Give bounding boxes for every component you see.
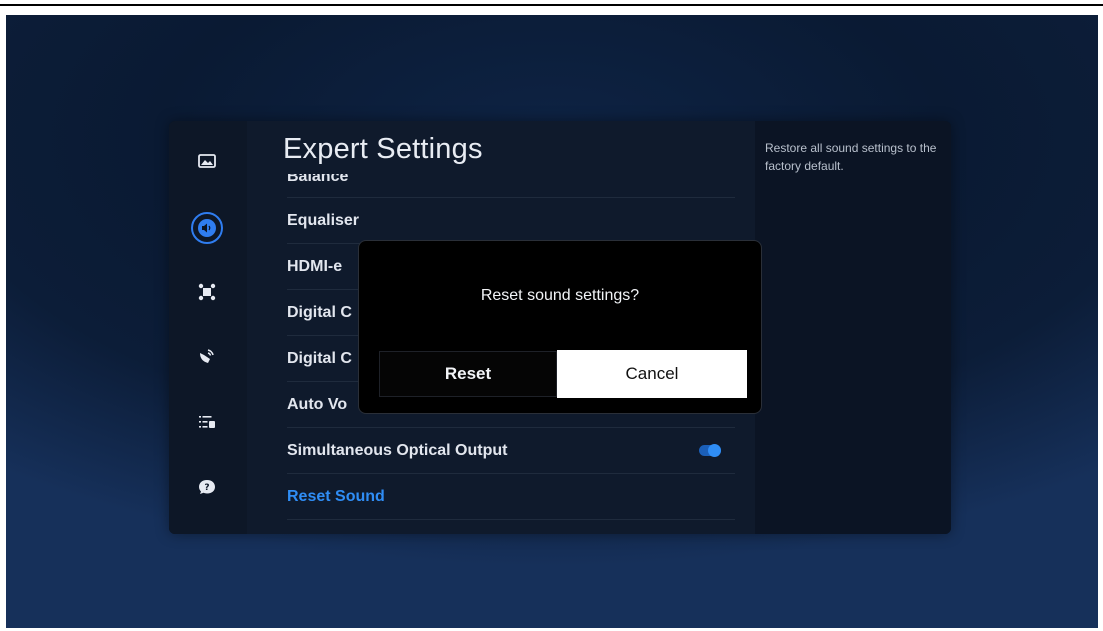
support-icon[interactable]: ?	[192, 472, 222, 502]
general-icon[interactable]	[192, 407, 222, 437]
dialog-message: Reset sound settings?	[480, 287, 640, 304]
menu-item-label: Digital C	[287, 349, 352, 367]
cancel-button[interactable]: Cancel	[557, 350, 747, 398]
broadcast-icon[interactable]	[192, 341, 222, 371]
menu-item-label: Reset Sound	[287, 487, 385, 505]
sound-icon[interactable]	[191, 212, 223, 244]
picture-icon[interactable]	[192, 146, 222, 176]
speaker-icon	[198, 219, 216, 237]
description-pane: Restore all sound settings to the factor…	[755, 121, 951, 534]
menu-item-balance[interactable]: Balance	[287, 174, 735, 198]
menu-item-reset-sound[interactable]: Reset Sound	[287, 474, 735, 520]
svg-text:?: ?	[204, 483, 209, 493]
menu-item-label: Equaliser	[287, 211, 360, 229]
category-sidebar: ?	[169, 121, 247, 534]
reset-confirm-dialog: Reset sound settings? Reset Cancel	[358, 240, 762, 414]
top-border	[0, 0, 1103, 6]
optical-output-toggle[interactable]	[699, 444, 721, 457]
connection-icon[interactable]	[192, 277, 222, 307]
menu-item-simultaneous-optical-output[interactable]: Simultaneous Optical Output	[287, 428, 735, 474]
menu-item-label: Digital C	[287, 303, 352, 321]
description-text: Restore all sound settings to the factor…	[765, 141, 937, 173]
menu-item-label: Simultaneous Optical Output	[287, 441, 508, 459]
tv-screen: ? Expert Settings Balance Equaliser HDMI…	[6, 15, 1098, 628]
reset-button[interactable]: Reset	[379, 351, 557, 397]
menu-item-equaliser[interactable]: Equaliser	[287, 198, 735, 244]
menu-item-label: Balance	[287, 174, 349, 185]
menu-item-label: HDMI-e	[287, 257, 343, 275]
menu-item-label: Auto Vo	[287, 395, 348, 413]
page-title: Expert Settings	[283, 133, 483, 165]
